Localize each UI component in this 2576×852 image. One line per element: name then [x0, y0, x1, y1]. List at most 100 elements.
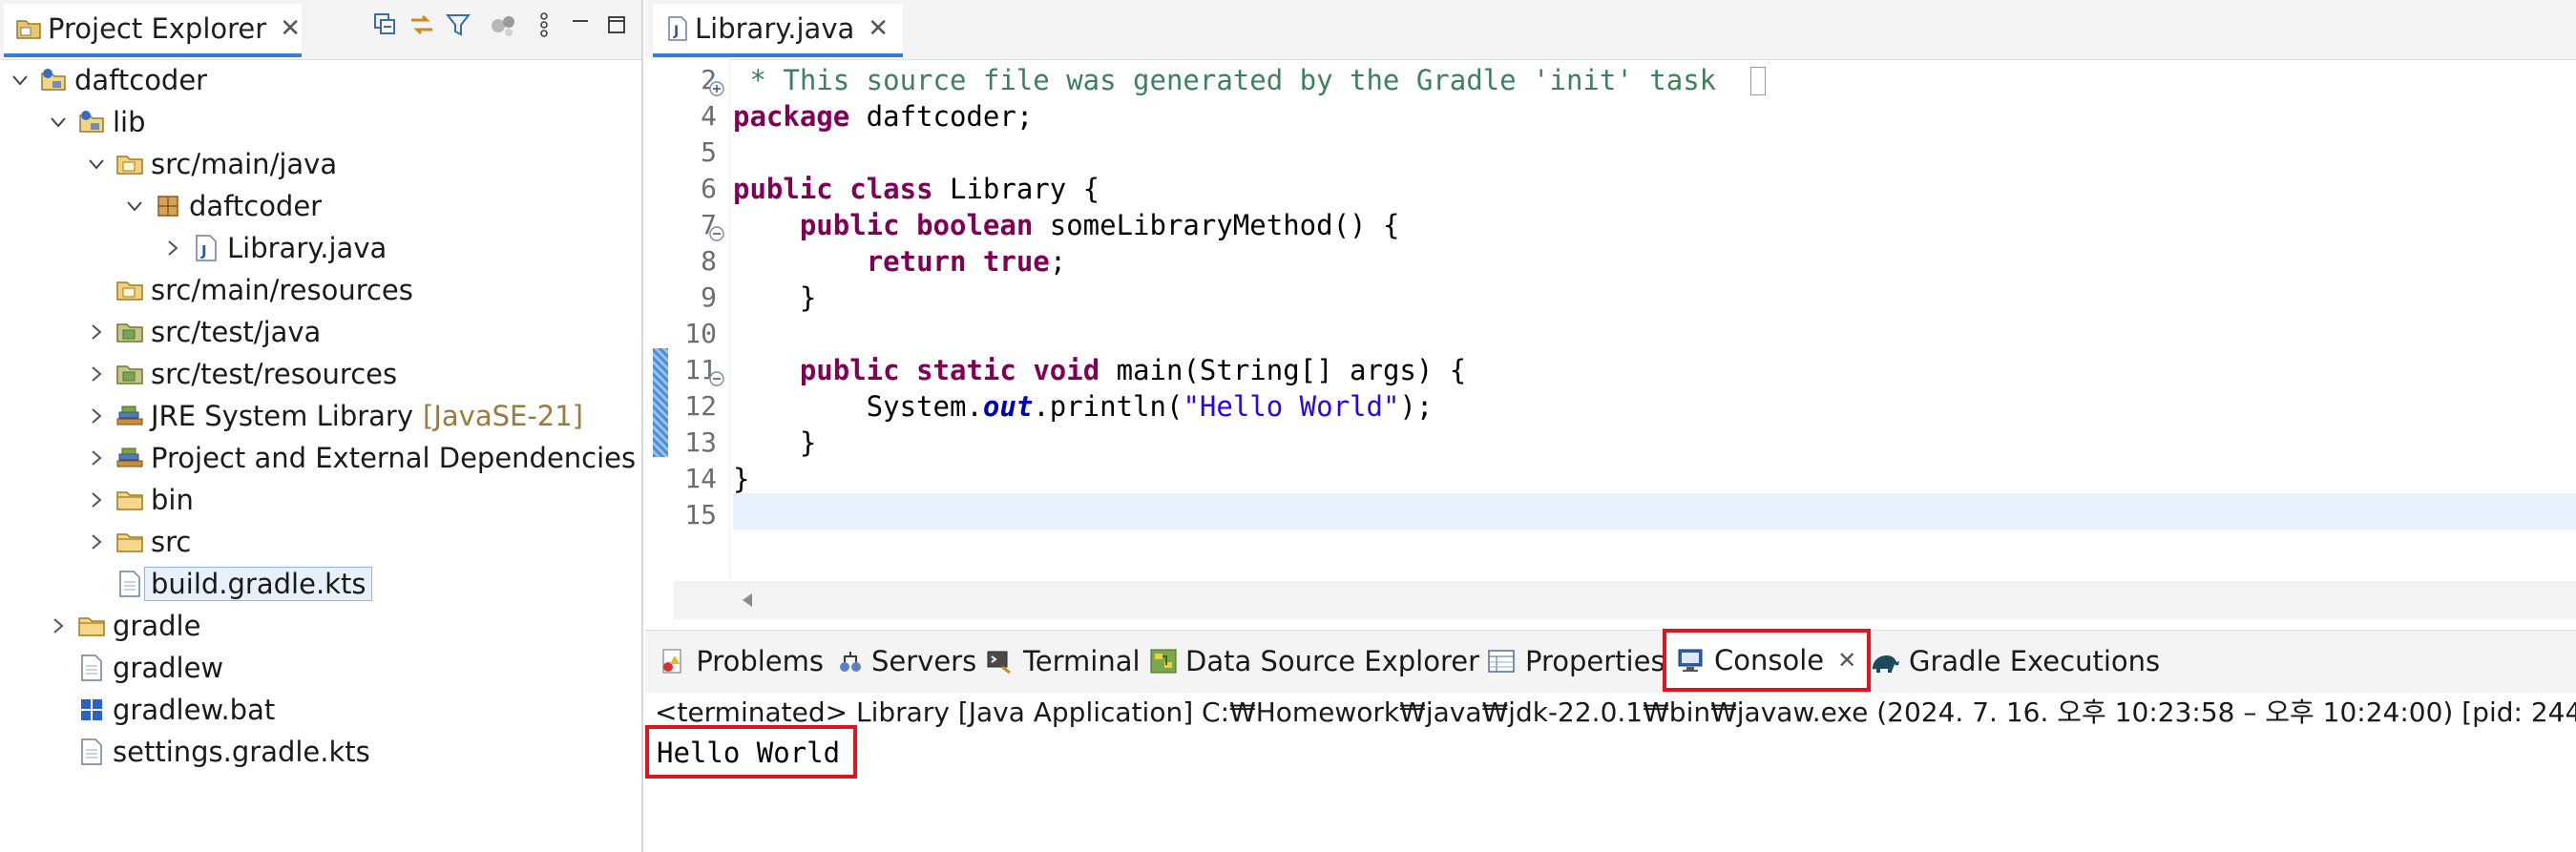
chevron-right-icon[interactable]: [157, 239, 189, 258]
tree-item-label: src/main/java: [151, 148, 338, 180]
java-file-icon: J: [660, 16, 695, 41]
fold-expand-icon[interactable]: [708, 72, 725, 104]
maximize-icon[interactable]: [599, 8, 634, 42]
tab-servers[interactable]: Servers: [837, 637, 976, 685]
fold-collapse-icon[interactable]: [708, 362, 725, 394]
console-output[interactable]: Hello World: [657, 733, 840, 773]
tree-item[interactable]: bin: [80, 481, 194, 519]
tree-item[interactable]: JRE System Library [JavaSE-21]: [80, 397, 583, 435]
minimize-icon[interactable]: [563, 8, 597, 42]
chevron-right-icon[interactable]: [80, 406, 113, 426]
tree-item-label: daftcoder: [74, 64, 208, 96]
code-line[interactable]: return true;: [733, 243, 1067, 280]
tree-item[interactable]: src: [80, 523, 191, 561]
code-line[interactable]: public class Library {: [733, 171, 1100, 207]
line-number: 6: [701, 173, 717, 204]
code-line[interactable]: }: [733, 461, 749, 497]
code-editor[interactable]: 2 * This source file was generated by th…: [645, 59, 2576, 579]
tree-item[interactable]: gradle: [42, 607, 200, 645]
filter-icon[interactable]: [441, 8, 475, 42]
tab-label: Project Explorer: [48, 12, 267, 45]
tab-terminal[interactable]: Terminal: [983, 637, 1141, 685]
gradle-project-icon: [36, 64, 71, 96]
fold-collapse-icon[interactable]: [708, 217, 725, 249]
chevron-down-icon[interactable]: [4, 71, 36, 90]
sync-icon[interactable]: [487, 8, 521, 42]
tree-item[interactable]: src/main/resources: [80, 271, 413, 309]
code-line[interactable]: * This source file was generated by the …: [733, 62, 1716, 98]
line-number: 2: [701, 64, 717, 95]
chevron-right-icon[interactable]: [80, 490, 113, 509]
tree-item-label: gradlew.bat: [113, 694, 276, 726]
collapse-all-icon[interactable]: [368, 8, 403, 42]
code-line[interactable]: }: [733, 280, 816, 316]
chevron-right-icon[interactable]: [42, 616, 74, 635]
horizontal-scrollbar[interactable]: [674, 581, 2576, 619]
tab-project-explorer[interactable]: Project Explorer ✕: [4, 4, 302, 57]
tree-item[interactable]: lib: [42, 103, 146, 141]
tree-item[interactable]: Project and External Dependencies: [80, 439, 636, 477]
tree-item[interactable]: src/test/java: [80, 313, 321, 351]
tab-problems[interactable]: Problems: [657, 637, 824, 685]
test-source-folder-icon: [113, 358, 147, 390]
line-number: 8: [701, 245, 717, 277]
tree-item[interactable]: daftcoder: [4, 61, 207, 99]
tab-gradle-executions[interactable]: Gradle Executions: [1869, 637, 2160, 685]
tree-item[interactable]: src/main/java: [80, 145, 337, 183]
chevron-down-icon[interactable]: [42, 113, 74, 132]
library-icon: [113, 442, 147, 474]
link-with-editor-icon[interactable]: [405, 8, 439, 42]
svg-text:J: J: [200, 242, 207, 260]
close-icon[interactable]: ✕: [868, 14, 889, 43]
tree-item[interactable]: gradlew.bat: [42, 691, 275, 729]
code-line[interactable]: }: [733, 425, 816, 461]
tree-item[interactable]: daftcoder: [118, 187, 322, 225]
file-icon: [74, 652, 109, 684]
tab-library-java[interactable]: J Library.java ✕: [653, 4, 903, 57]
tree-item-label: JRE System Library: [151, 400, 414, 432]
code-line[interactable]: System.out.println("Hello World");: [733, 388, 1434, 425]
tree-item[interactable]: build.gradle.kts: [80, 565, 373, 603]
data-source-icon: [1149, 645, 1178, 677]
tree-item[interactable]: gradlew: [42, 649, 223, 687]
folder-icon: [74, 610, 109, 642]
tab-properties[interactable]: Properties: [1485, 637, 1666, 685]
chevron-right-icon[interactable]: [80, 322, 113, 342]
tree-item-label: bin: [151, 484, 194, 516]
tab-console[interactable]: Console ✕: [1663, 629, 1871, 692]
gradle-elephant-icon: [1869, 645, 1901, 677]
library-icon: [113, 400, 147, 432]
chevron-right-icon[interactable]: [80, 532, 113, 551]
tree-item[interactable]: src/test/resources: [80, 355, 397, 393]
tab-label: Problems: [696, 645, 824, 677]
chevron-right-icon[interactable]: [80, 364, 113, 384]
line-number: 7: [701, 209, 717, 240]
chevron-down-icon[interactable]: [80, 155, 113, 174]
code-line[interactable]: package daftcoder;: [733, 98, 1033, 135]
line-number: 10: [684, 318, 717, 349]
line-number: 12: [684, 390, 717, 422]
code-line[interactable]: public static void main(String[] args) {: [733, 352, 1466, 388]
project-explorer-tabbar: Project Explorer ✕: [0, 0, 641, 60]
java-file-icon: J: [189, 232, 223, 264]
tab-label: Console: [1714, 644, 1825, 676]
tab-label: Gradle Executions: [1909, 645, 2161, 677]
close-icon[interactable]: ✕: [280, 14, 301, 43]
tab-data-source-explorer[interactable]: Data Source Explorer: [1149, 637, 1479, 685]
view-menu-icon[interactable]: [527, 8, 561, 42]
chevron-down-icon[interactable]: [118, 197, 151, 216]
tree-item[interactable]: settings.gradle.kts: [42, 733, 370, 771]
problems-icon: [657, 645, 688, 677]
source-folder-icon: [113, 274, 147, 306]
code-line[interactable]: public boolean someLibraryMethod() {: [733, 207, 1400, 243]
package-icon: [151, 190, 185, 222]
tree-item-label: gradle: [113, 610, 201, 642]
tree-item-label: src: [151, 526, 192, 558]
chevron-right-icon[interactable]: [80, 448, 113, 468]
tree-item[interactable]: J Library.java: [157, 229, 387, 267]
scroll-left-icon[interactable]: [741, 592, 754, 608]
close-icon[interactable]: ✕: [1837, 647, 1856, 674]
tree-item-label: gradlew: [113, 652, 224, 684]
folder-icon: [113, 484, 147, 516]
tree-item-label: Project and External Dependencies: [151, 442, 637, 474]
